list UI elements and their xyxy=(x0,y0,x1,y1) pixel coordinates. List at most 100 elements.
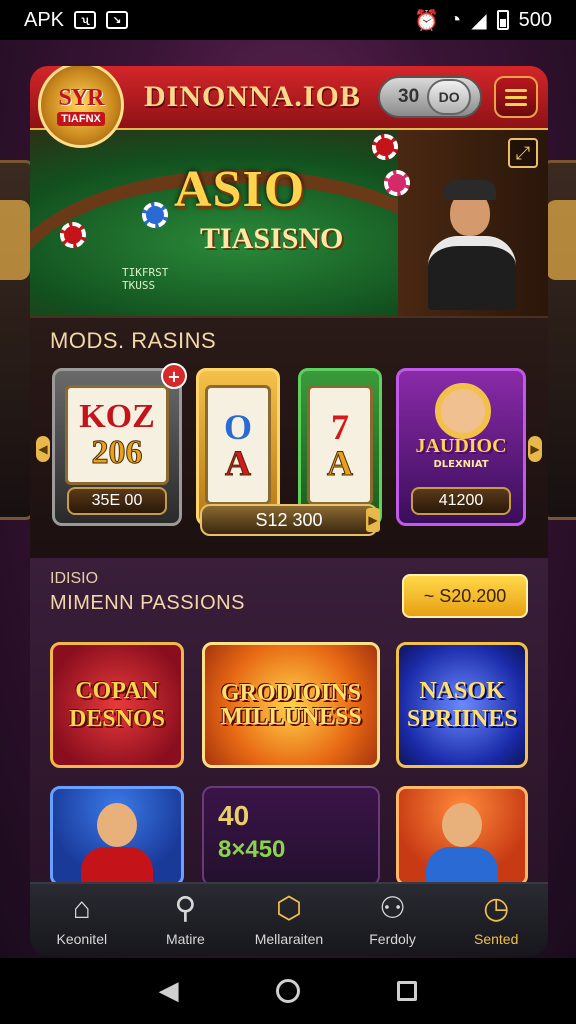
slot-game-subtitle: DLEXNIAT xyxy=(433,459,489,470)
battery-text: 500 xyxy=(518,8,552,31)
character-portrait xyxy=(435,383,491,439)
hero-title: ASIO xyxy=(174,161,306,218)
popular-section-super: IDISIO xyxy=(50,570,99,587)
game-title: NASOK SPRIINES xyxy=(407,678,518,732)
wifi-icon: ◔ xyxy=(449,8,462,31)
back-icon[interactable]: ◀ xyxy=(159,976,179,1006)
character-portrait xyxy=(77,797,157,883)
popular-cta-button[interactable]: ~ S20.200 xyxy=(402,574,528,618)
poker-chip-icon xyxy=(142,202,168,228)
bottom-navigation: ⌂ Keonitel ⚲ Matire ⬡ Mellaraiten ⚇ Ferd… xyxy=(30,882,548,956)
download-icon: ↘ xyxy=(106,11,129,29)
timer-icon: ◷ xyxy=(483,892,510,925)
character-head xyxy=(97,803,137,847)
slot-reel: O A xyxy=(205,385,271,505)
signal-icon: ◢ xyxy=(471,9,487,32)
brand-name: DINONNA.IOB xyxy=(144,80,361,113)
reel-line-bottom: 206 xyxy=(91,434,143,471)
game-tile[interactable] xyxy=(50,786,184,886)
reel-line-top: 7 xyxy=(331,407,349,447)
app-window: SYR TIAFNX DINONNA.IOB 30 DO ASIO TIASIS… xyxy=(30,66,548,956)
slot-machine-card[interactable]: KOZ 206 + 35E 00 xyxy=(52,363,187,526)
home-circle-icon[interactable] xyxy=(275,979,300,1003)
dealer-body xyxy=(428,236,516,310)
recent-apps-icon[interactable] xyxy=(397,981,418,1001)
brand-logo[interactable]: SYR TIAFNX xyxy=(38,66,124,148)
nav-item-search[interactable]: ⚲ Matire xyxy=(134,884,238,956)
game-tile[interactable]: NASOK SPRIINES xyxy=(396,642,528,768)
jackpot-arrow-icon[interactable]: ▶ xyxy=(366,508,380,532)
game-tile[interactable]: GRODIOINS MILLUNESS xyxy=(202,642,380,768)
game-tile[interactable]: COPAN DESNOS xyxy=(50,642,184,768)
nav-item-label: Sented xyxy=(473,931,519,947)
nav-item-label: Mellaraiten xyxy=(254,931,324,947)
logo-text-sub: TIAFNX xyxy=(57,111,105,126)
game-title: GRODIOINS MILLUNESS xyxy=(220,680,362,730)
scroll-left-arrow-icon[interactable]: ◀ xyxy=(36,436,50,462)
poker-chip-icon xyxy=(372,134,398,160)
search-icon: ⚲ xyxy=(174,892,197,925)
game-stat-secondary: 8×450 xyxy=(218,836,286,863)
alarm-icon: ⏰ xyxy=(414,9,440,32)
dealer-character xyxy=(422,180,522,310)
slot-reel: 7 A xyxy=(307,385,373,505)
slot-game-title: JAUDIOC xyxy=(415,435,507,457)
game-tile[interactable] xyxy=(396,786,528,886)
nav-item-people[interactable]: ⚇ Ferdoly xyxy=(341,884,445,956)
poker-chip-icon xyxy=(60,222,86,248)
slot-machine-card[interactable]: O A xyxy=(196,368,280,526)
character-portrait xyxy=(422,797,502,883)
menu-icon-bar xyxy=(505,88,527,92)
slots-section: MODS. RASINS ◀ ▶ KOZ 206 + 35E 00 O A 7 … xyxy=(30,316,548,558)
reel-line-top: KOZ xyxy=(79,398,155,435)
slot-machine-card[interactable]: 7 A xyxy=(298,368,382,526)
hero-subtitle: TIASISNO xyxy=(200,222,344,255)
system-navigation-bar: ◀ xyxy=(0,958,576,1024)
slot-value: 41200 xyxy=(411,487,511,515)
slots-section-title: MODS. RASINS xyxy=(50,328,217,353)
nav-item-label: Ferdoly xyxy=(369,931,416,947)
app-header: SYR TIAFNX DINONNA.IOB 30 DO xyxy=(30,66,548,148)
balance-pill[interactable]: 30 DO xyxy=(378,76,482,118)
character-head xyxy=(442,803,482,847)
logo-text-main: SYR xyxy=(58,84,104,111)
add-badge-icon[interactable]: + xyxy=(161,363,187,389)
hero-banner[interactable]: ASIO TIASISNO TIKFRST TKUSS ⤢ xyxy=(30,130,548,316)
expand-icon[interactable]: ⤢ xyxy=(508,138,538,168)
table-felt-text: TIKFRST TKUSS xyxy=(122,266,169,292)
slot-reel: KOZ 206 xyxy=(65,385,169,485)
balance-value: 30 xyxy=(398,86,420,107)
dealer-hat xyxy=(444,180,496,200)
home-icon: ⌂ xyxy=(72,892,91,925)
popular-section: IDISIO MIMENN PASSIONS ~ S20.200 COPAN D… xyxy=(30,558,548,886)
status-bar: APK ʯ ↘ ⏰ ◔ ◢ 500 xyxy=(0,0,576,40)
character-body xyxy=(426,847,498,883)
balance-unit: DO xyxy=(427,79,472,115)
game-title: COPAN DESNOS xyxy=(68,678,166,732)
game-stat-primary: 40 xyxy=(218,800,250,831)
menu-icon-bar xyxy=(505,95,527,99)
notification-icon: ʯ xyxy=(74,11,97,29)
menu-button[interactable] xyxy=(494,76,538,118)
nav-item-home[interactable]: ⌂ Keonitel xyxy=(30,884,134,956)
nav-item-timer[interactable]: ◷ Sented xyxy=(444,884,548,956)
background-light-left xyxy=(0,200,30,280)
nav-item-label: Matire xyxy=(165,931,205,947)
scroll-right-arrow-icon[interactable]: ▶ xyxy=(528,436,542,462)
character-body xyxy=(81,847,153,883)
battery-icon xyxy=(496,10,509,30)
status-app-label: APK xyxy=(24,8,65,31)
popular-section-title: MIMENN PASSIONS xyxy=(50,592,245,614)
poker-chip-icon xyxy=(384,170,410,196)
slot-game-card[interactable]: JAUDIOC DLEXNIAT 41200 xyxy=(396,368,526,526)
nav-item-label: Keonitel xyxy=(56,931,108,947)
nav-item-wallet[interactable]: ⬡ Mellaraiten xyxy=(237,884,341,956)
wallet-icon: ⬡ xyxy=(275,892,303,925)
reel-line-top: O xyxy=(223,407,252,447)
game-tile[interactable]: 40 8×450 xyxy=(202,786,380,886)
menu-icon-bar xyxy=(505,102,527,106)
reel-line-bottom: A xyxy=(225,443,252,483)
background-light-right xyxy=(546,200,576,280)
reel-line-bottom: A xyxy=(327,443,354,483)
jackpot-bar[interactable]: S12 300 xyxy=(200,504,378,536)
